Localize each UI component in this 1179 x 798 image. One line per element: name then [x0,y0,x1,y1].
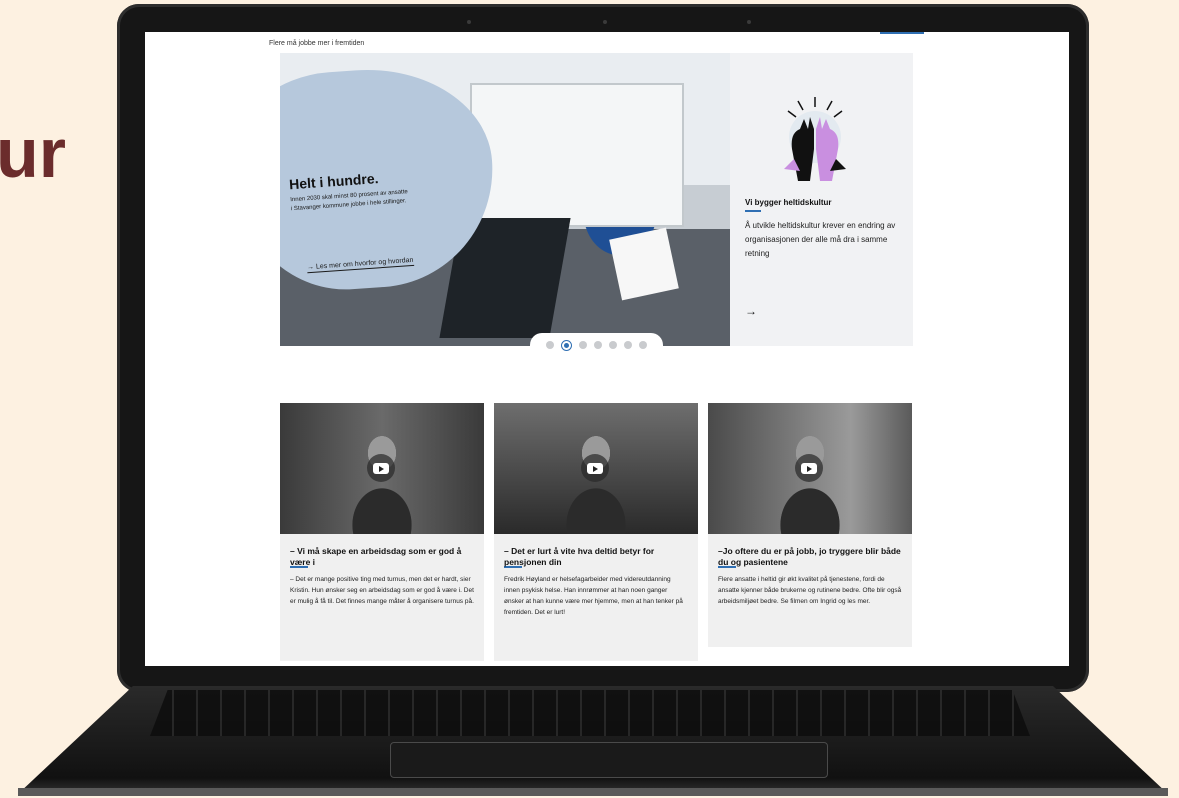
video-card[interactable]: – Det er lurt å vite hva deltid betyr fo… [494,403,698,661]
laptop-screen: Flere må jobbe mer i fremtiden Helt i hu… [145,32,1069,666]
hero-side-panel: Vi bygger heltidskultur Å utvikle heltid… [730,53,913,346]
video-thumbnail[interactable] [280,403,484,534]
card-text: Flere ansatte i heltid gir økt kvalitet … [718,575,902,605]
card-title[interactable]: –Jo oftere du er på jobb, jo tryggere bl… [718,546,902,568]
carousel-dot[interactable] [594,341,602,349]
side-heading-fragment: ur [0,114,66,192]
keyboard [150,690,1030,736]
hero-title: Helt i hundre. [288,170,379,193]
video-thumbnail[interactable] [494,403,698,534]
top-accent-bar [880,32,924,34]
play-button[interactable] [795,454,823,482]
carousel-dot[interactable] [579,341,587,349]
whiteboard [470,83,684,227]
video-card[interactable]: –Jo oftere du er på jobb, jo tryggere bl… [708,403,912,647]
hero-read-more-link[interactable]: → Les mer om hvorfor og hvordan [306,256,414,274]
carousel-dots [530,333,663,357]
paper-sheet [609,227,679,301]
lid-dot [747,20,751,24]
video-card[interactable]: – Vi må skape en arbeidsdag som er god å… [280,403,484,661]
laptop-base [0,666,1179,798]
card-text: Fredrik Høyland er helsefagarbeider med … [504,575,683,616]
trackpad [390,742,828,778]
lid-dot [467,20,471,24]
panel-text: Å utvikle heltidskultur krever en endrin… [745,221,896,258]
play-icon [373,462,389,474]
arrow-right-icon[interactable]: → [745,304,757,318]
laptop-edge [18,788,1168,796]
card-title[interactable]: – Vi må skape en arbeidsdag som er god å… [290,546,474,568]
breadcrumb[interactable]: Flere må jobbe mer i fremtiden [269,40,364,47]
play-button[interactable] [367,454,395,482]
carousel-dot[interactable] [639,341,647,349]
hero-description: Innen 2030 skal minst 80 prosent av ansa… [290,189,408,212]
carousel-dot[interactable] [609,341,617,349]
carousel-dot[interactable] [624,341,632,349]
video-thumbnail[interactable] [708,403,912,534]
play-button[interactable] [581,454,609,482]
card-text: – Det er mange positive ting med turnus,… [290,575,474,605]
play-icon [801,462,817,474]
card-title[interactable]: – Det er lurt å vite hva deltid betyr fo… [504,546,688,568]
high-five-illustration-icon [784,97,846,181]
carousel-dot[interactable] [546,341,554,349]
camera-icon [603,20,607,24]
hero-carousel: Helt i hundre. Innen 2030 skal minst 80 … [280,53,913,346]
carousel-dot-active[interactable] [561,339,572,351]
panel-title[interactable]: Vi bygger heltidskultur [745,198,832,207]
panel-title-underline [745,210,761,212]
play-icon [587,462,603,474]
